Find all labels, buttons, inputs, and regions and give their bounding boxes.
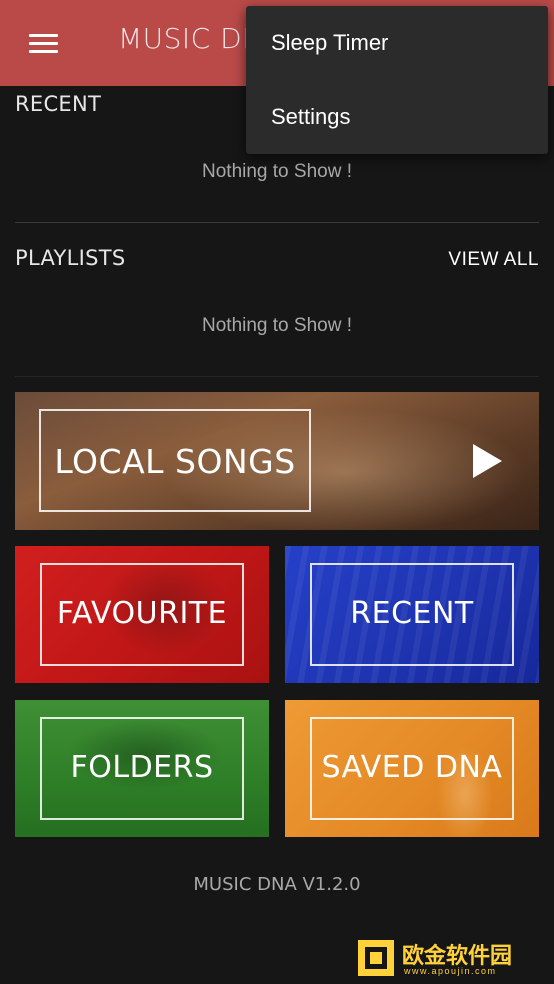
menu-line	[29, 34, 58, 37]
favourite-tile[interactable]: FAVOURITE	[15, 546, 269, 683]
playlists-section-title: PLAYLISTS	[15, 246, 126, 270]
app-screen: MUSIC DN RECENT Nothing to Show ! PLAYLI…	[0, 0, 554, 984]
recent-label: RECENT	[350, 596, 474, 631]
section-divider	[15, 222, 539, 223]
play-icon[interactable]	[473, 444, 502, 478]
recent-section-title: RECENT	[15, 92, 102, 116]
folders-tile[interactable]: FOLDERS	[15, 700, 269, 837]
favourite-label: FAVOURITE	[56, 596, 228, 631]
local-songs-label: LOCAL SONGS	[54, 442, 296, 481]
local-songs-tile[interactable]: LOCAL SONGS	[15, 392, 539, 530]
menu-line	[29, 50, 58, 53]
saved-dna-label: SAVED DNA	[321, 750, 503, 785]
recent-empty-message: Nothing to Show !	[202, 161, 352, 182]
watermark: 欧金软件园 www.apoujin.com	[356, 936, 546, 980]
recent-tile[interactable]: RECENT	[285, 546, 539, 683]
watermark-logo-icon	[358, 940, 394, 976]
saved-dna-tile[interactable]: SAVED DNA	[285, 700, 539, 837]
app-version: MUSIC DNA V1.2.0	[193, 874, 361, 895]
menu-item-settings[interactable]: Settings	[246, 80, 548, 154]
hamburger-menu-icon[interactable]	[22, 22, 66, 66]
watermark-url: www.apoujin.com	[404, 966, 497, 976]
overflow-menu: Sleep Timer Settings	[246, 6, 548, 154]
playlists-empty-message: Nothing to Show !	[202, 315, 352, 336]
app-title: MUSIC DN	[118, 22, 264, 55]
view-all-playlists-button[interactable]: VIEW ALL	[448, 249, 539, 271]
menu-line	[29, 42, 58, 45]
folders-label: FOLDERS	[70, 750, 214, 785]
section-divider	[15, 376, 539, 377]
menu-item-sleep-timer[interactable]: Sleep Timer	[246, 6, 548, 80]
